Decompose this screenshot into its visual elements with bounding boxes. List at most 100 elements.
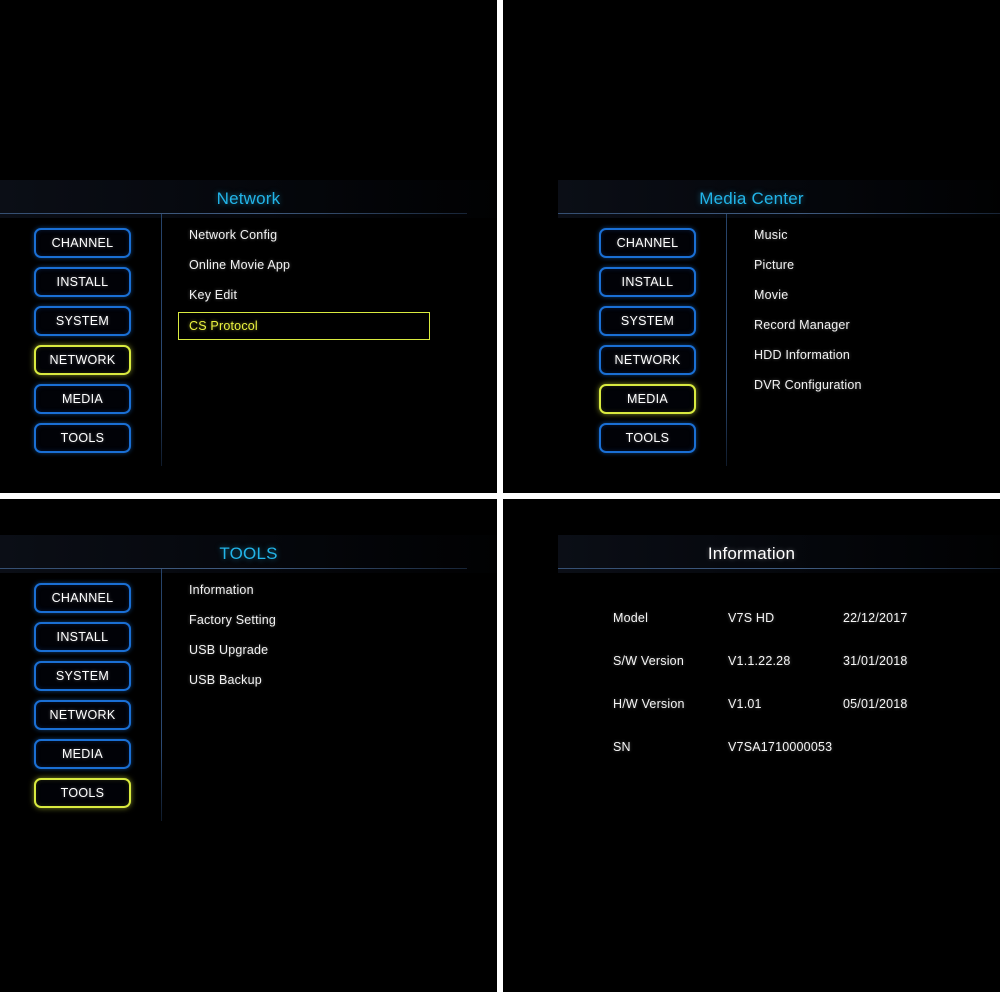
menu-item-record-manager[interactable]: Record Manager <box>743 312 983 338</box>
menu-item-label: Factory Setting <box>189 613 277 627</box>
nav-button-tools[interactable]: TOOLS <box>34 778 131 808</box>
panel-information: Information Model V7S HD 22/12/2017 S/W … <box>503 499 1000 992</box>
info-value: V1.01 <box>728 696 762 711</box>
nav-button-network[interactable]: NETWORK <box>34 345 131 375</box>
title-underline <box>0 213 467 214</box>
table-row: SN V7SA1710000053 <box>613 725 1000 768</box>
nav-button-label: CHANNEL <box>51 236 114 250</box>
table-row: H/W Version V1.01 05/01/2018 <box>613 682 1000 725</box>
column-divider <box>161 214 162 466</box>
panel-media-center: Media Center CHANNEL INSTALL SYSTEM NETW… <box>503 0 1000 493</box>
title-underline <box>0 568 467 569</box>
info-date: 22/12/2017 <box>843 610 908 625</box>
column-divider <box>726 214 727 466</box>
menu-item-label: CS Protocol <box>189 319 258 333</box>
nav-button-channel[interactable]: CHANNEL <box>34 228 131 258</box>
nav-button-media[interactable]: MEDIA <box>34 384 131 414</box>
nav-button-media[interactable]: MEDIA <box>599 384 696 414</box>
nav-button-media[interactable]: MEDIA <box>34 739 131 769</box>
menu-item-label: HDD Information <box>754 348 851 362</box>
menu-item-network-config[interactable]: Network Config <box>178 222 430 248</box>
nav-button-tools[interactable]: TOOLS <box>599 423 696 453</box>
nav-button-label: TOOLS <box>60 786 105 800</box>
nav-button-network[interactable]: NETWORK <box>599 345 696 375</box>
menu-item-information[interactable]: Information <box>178 577 430 603</box>
nav-list-network: CHANNEL INSTALL SYSTEM NETWORK MEDIA TOO… <box>34 228 131 462</box>
panel-network: Network CHANNEL INSTALL SYSTEM NETWORK M… <box>0 0 497 493</box>
nav-button-label: SYSTEM <box>55 314 110 328</box>
panel-title-media-center: Media Center <box>699 189 804 208</box>
title-underline <box>558 568 1000 569</box>
nav-button-label: NETWORK <box>49 708 116 722</box>
information-table: Model V7S HD 22/12/2017 S/W Version V1.1… <box>613 596 1000 768</box>
divider-vertical <box>497 0 503 1000</box>
menu-item-hdd-information[interactable]: HDD Information <box>743 342 983 368</box>
column-divider <box>161 569 162 821</box>
info-date: 31/01/2018 <box>843 653 908 668</box>
menu-item-online-movie-app[interactable]: Online Movie App <box>178 252 430 278</box>
title-underline <box>558 213 1000 214</box>
nav-list-tools: CHANNEL INSTALL SYSTEM NETWORK MEDIA TOO… <box>34 583 131 817</box>
nav-button-install[interactable]: INSTALL <box>599 267 696 297</box>
nav-button-label: SYSTEM <box>55 669 110 683</box>
panel-tools: TOOLS CHANNEL INSTALL SYSTEM NETWORK MED… <box>0 499 497 992</box>
nav-button-label: NETWORK <box>614 353 681 367</box>
menu-item-label: DVR Configuration <box>754 378 862 392</box>
nav-list-media: CHANNEL INSTALL SYSTEM NETWORK MEDIA TOO… <box>599 228 696 462</box>
info-label: SN <box>613 739 631 754</box>
nav-button-label: MEDIA <box>61 747 104 761</box>
nav-button-label: INSTALL <box>621 275 674 289</box>
panel-title-information: Information <box>707 544 796 563</box>
menu-item-label: Music <box>754 228 788 242</box>
nav-button-label: CHANNEL <box>51 591 114 605</box>
table-row: Model V7S HD 22/12/2017 <box>613 596 1000 639</box>
receiver-menu-screenshot: Network CHANNEL INSTALL SYSTEM NETWORK M… <box>0 0 1000 1000</box>
nav-button-label: TOOLS <box>625 431 670 445</box>
menu-list-network: Network Config Online Movie App Key Edit… <box>178 222 430 344</box>
menu-list-tools: Information Factory Setting USB Upgrade … <box>178 577 430 697</box>
info-label: S/W Version <box>613 653 684 668</box>
info-date: 05/01/2018 <box>843 696 908 711</box>
menu-item-key-edit[interactable]: Key Edit <box>178 282 430 308</box>
nav-button-tools[interactable]: TOOLS <box>34 423 131 453</box>
info-value: V7S HD <box>728 610 775 625</box>
menu-item-label: Online Movie App <box>189 258 291 272</box>
nav-button-label: INSTALL <box>56 275 109 289</box>
nav-button-label: NETWORK <box>49 353 116 367</box>
menu-item-dvr-configuration[interactable]: DVR Configuration <box>743 372 983 398</box>
menu-item-music[interactable]: Music <box>743 222 983 248</box>
nav-button-system[interactable]: SYSTEM <box>34 306 131 336</box>
menu-item-label: Record Manager <box>754 318 850 332</box>
nav-button-network[interactable]: NETWORK <box>34 700 131 730</box>
menu-item-factory-setting[interactable]: Factory Setting <box>178 607 430 633</box>
menu-item-label: USB Upgrade <box>189 643 269 657</box>
nav-button-label: CHANNEL <box>616 236 679 250</box>
nav-button-label: SYSTEM <box>620 314 675 328</box>
nav-button-label: MEDIA <box>61 392 104 406</box>
menu-item-usb-backup[interactable]: USB Backup <box>178 667 430 693</box>
panel-title-network: Network <box>216 189 281 208</box>
divider-horizontal <box>0 493 1000 499</box>
menu-item-label: Information <box>189 583 254 597</box>
nav-button-system[interactable]: SYSTEM <box>34 661 131 691</box>
nav-button-channel[interactable]: CHANNEL <box>34 583 131 613</box>
nav-button-install[interactable]: INSTALL <box>34 622 131 652</box>
table-row: S/W Version V1.1.22.28 31/01/2018 <box>613 639 1000 682</box>
menu-item-picture[interactable]: Picture <box>743 252 983 278</box>
nav-button-install[interactable]: INSTALL <box>34 267 131 297</box>
panel-title-tools: TOOLS <box>219 544 278 563</box>
menu-item-cs-protocol[interactable]: CS Protocol <box>178 312 430 340</box>
menu-item-label: Picture <box>754 258 795 272</box>
info-value: V7SA1710000053 <box>728 739 833 754</box>
nav-button-label: INSTALL <box>56 630 109 644</box>
nav-button-system[interactable]: SYSTEM <box>599 306 696 336</box>
nav-button-channel[interactable]: CHANNEL <box>599 228 696 258</box>
menu-item-label: Key Edit <box>189 288 238 302</box>
info-label: H/W Version <box>613 696 685 711</box>
menu-item-label: USB Backup <box>189 673 262 687</box>
menu-item-movie[interactable]: Movie <box>743 282 983 308</box>
info-label: Model <box>613 610 649 625</box>
nav-button-label: TOOLS <box>60 431 105 445</box>
nav-button-label: MEDIA <box>626 392 669 406</box>
menu-item-usb-upgrade[interactable]: USB Upgrade <box>178 637 430 663</box>
